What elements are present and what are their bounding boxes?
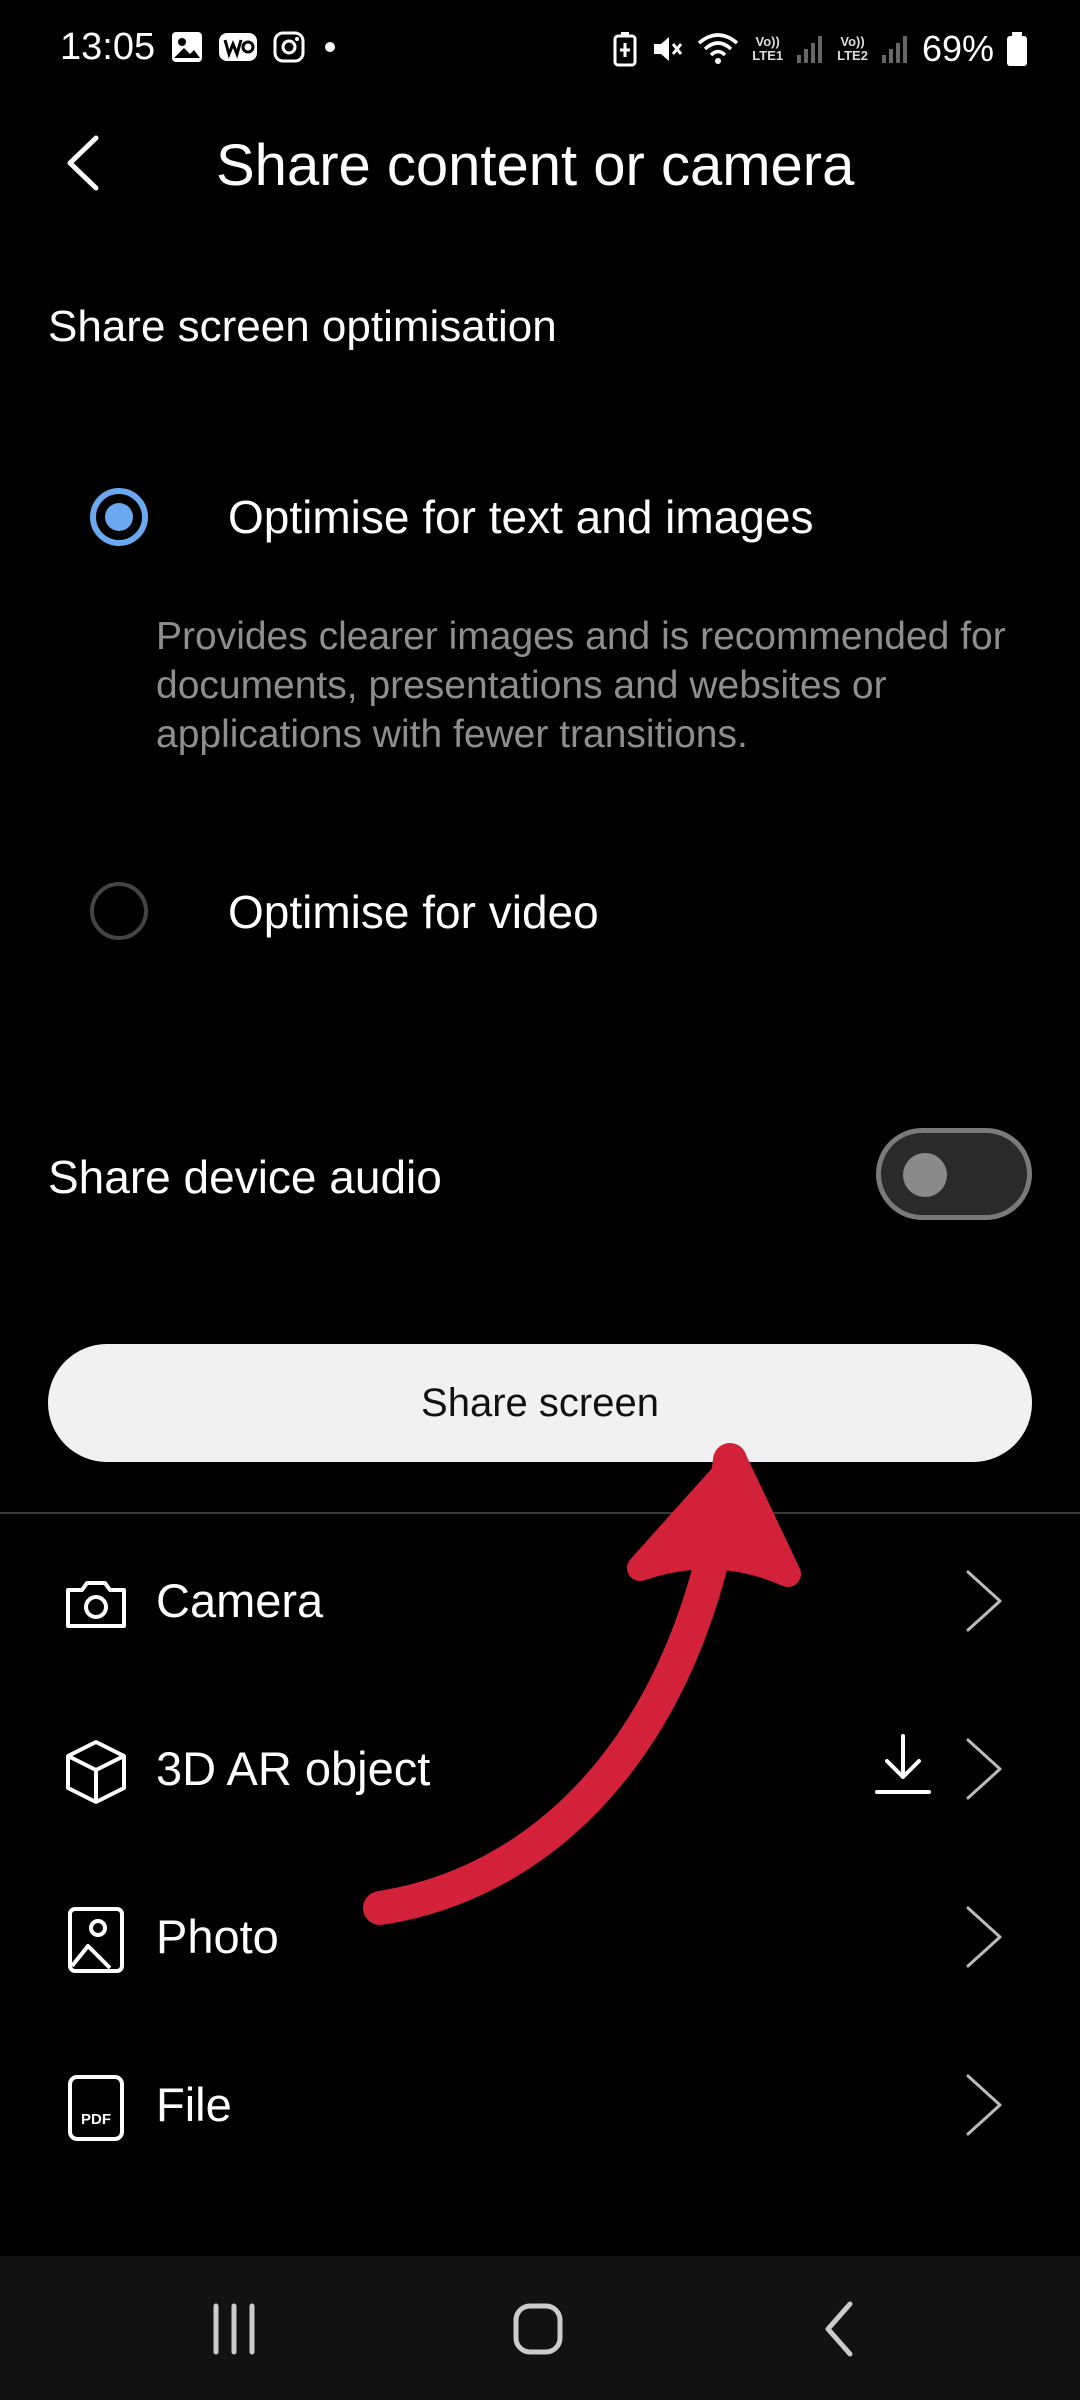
page-title: Share content or camera [216,133,855,198]
option-label[interactable]: Optimise for text and images [228,490,813,544]
divider [0,1512,1080,1514]
battery-icon [1007,32,1027,66]
row-label: Camera [156,1574,324,1627]
share-audio-label: Share device audio [48,1151,442,1203]
radio-button-unselected[interactable] [90,882,148,940]
source-row-file[interactable]: PDF File [0,2022,1080,2190]
svg-text:PDF: PDF [81,2111,111,2128]
camera-icon [66,1581,126,1628]
home-icon [513,2303,563,2355]
source-row-3d-ar-object[interactable]: 3D AR object [0,1686,1080,1854]
option-description: Provides clearer images and is recommend… [156,615,1006,756]
back-button[interactable] [50,128,120,198]
pdf-file-icon: PDF [68,2075,124,2141]
wifi-icon [698,33,739,64]
row-label: Photo [156,1910,279,1963]
battery-percentage: 69% [921,28,994,69]
home-button[interactable] [478,2284,598,2374]
battery-saver-icon [613,32,637,67]
section-title: Share screen optimisation [48,302,557,351]
chevron-right-icon [966,1738,1002,1800]
notification-icons [170,30,340,64]
photo-icon [68,1907,124,1973]
signal-icon [797,36,823,63]
radio-button-selected[interactable] [90,488,148,546]
more-notifications-dot-icon [325,42,335,52]
source-row-camera[interactable]: Camera [0,1518,1080,1686]
back-nav-button[interactable] [780,2284,900,2374]
signal-icon [881,36,907,63]
status-bar: 13:05 Vo)) LTE1 Vo)) LTE2 69% [0,0,1080,100]
status-time: 13:05 [60,26,156,68]
share-screen-button[interactable]: Share screen [48,1344,1032,1462]
volte-lte1-indicator: Vo)) LTE1 [752,34,784,63]
toggle-knob [903,1153,947,1197]
back-icon [825,2301,853,2357]
system-status-icons: Vo)) LTE1 Vo)) LTE2 69% [612,28,1028,70]
share-audio-toggle[interactable] [876,1128,1032,1220]
screen: 13:05 Vo)) LTE1 Vo)) LTE2 69% Share cont… [0,0,1080,2400]
chevron-right-icon [966,1570,1002,1632]
chevron-right-icon [966,1906,1002,1968]
webtoon-notification-icon [219,33,257,61]
download-icon[interactable] [872,1730,934,1802]
row-label: 3D AR object [156,1742,431,1795]
row-label: File [156,2078,232,2131]
gallery-notification-icon [172,32,202,62]
volte-lte2-indicator: Vo)) LTE2 [837,34,868,63]
navigation-bar [0,2256,1080,2400]
source-row-photo[interactable]: Photo [0,1854,1080,2022]
mute-icon [654,37,683,61]
chevron-right-icon [966,2074,1002,2136]
option-label[interactable]: Optimise for video [228,885,599,939]
cube-icon [66,1740,126,1804]
chevron-left-icon [67,135,99,191]
recents-button[interactable] [174,2284,294,2374]
instagram-notification-icon [273,31,305,63]
recents-icon [213,2303,255,2355]
